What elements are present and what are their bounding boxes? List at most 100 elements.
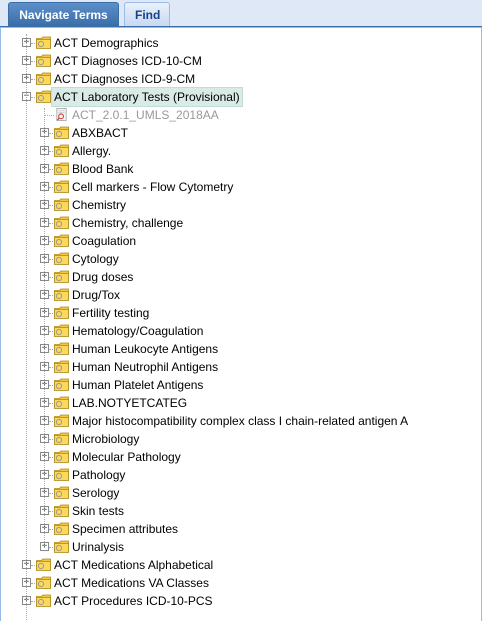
tree-node-label[interactable]: ACT Laboratory Tests (Provisional)	[51, 87, 243, 107]
tree-node-label[interactable]: LAB.NOTYETCATEG	[70, 394, 189, 412]
folder-icon	[54, 522, 69, 535]
folder-icon	[36, 36, 51, 49]
tree-node-expanded[interactable]: − ACT Laboratory Tests (Provisional)	[0, 87, 482, 107]
folder-icon	[54, 486, 69, 499]
tree-node-label[interactable]: Specimen attributes	[70, 520, 180, 538]
tab-find[interactable]: Find	[124, 2, 170, 26]
tree-connector	[49, 457, 53, 458]
tree-node-label[interactable]: Human Platelet Antigens	[70, 376, 205, 394]
tree-child-node[interactable]: + Human Platelet Antigens	[0, 376, 482, 394]
folder-icon	[54, 360, 69, 373]
tree-node-label[interactable]: ACT Demographics	[52, 34, 160, 52]
tree-connector	[31, 601, 35, 602]
tree-node-label[interactable]: ACT Medications Alphabetical	[52, 556, 215, 574]
tree-child-node[interactable]: + Urinalysis	[0, 538, 482, 556]
tree-child-node[interactable]: + ABXBACT	[0, 124, 482, 142]
folder-icon	[54, 378, 69, 391]
tree-node-label[interactable]: Coagulation	[70, 232, 138, 250]
tree-node-label[interactable]: Urinalysis	[70, 538, 126, 556]
tree-node-label[interactable]: Cell markers - Flow Cytometry	[70, 178, 235, 196]
folder-icon	[54, 180, 69, 193]
tree-child-node[interactable]: + Cytology	[0, 250, 482, 268]
tree-node-label[interactable]: Drug/Tox	[70, 286, 122, 304]
tree-node-label[interactable]: Major histocompatibility complex class I…	[70, 412, 410, 430]
tree-node-label[interactable]: Microbiology	[70, 430, 141, 448]
tree-node-label[interactable]: ACT Diagnoses ICD-10-CM	[52, 52, 204, 70]
tree-connector	[49, 295, 53, 296]
tree-node[interactable]: + ACT Demographics	[0, 34, 482, 52]
tree-child-node[interactable]: + Blood Bank	[0, 160, 482, 178]
tree-child-node[interactable]: + Coagulation	[0, 232, 482, 250]
tree-child-node[interactable]: + Cell markers - Flow Cytometry	[0, 178, 482, 196]
folder-icon	[54, 342, 69, 355]
tree-connector	[49, 349, 53, 350]
tree-child-node[interactable]: + Pathology	[0, 466, 482, 484]
tree-child-node[interactable]: + Chemistry	[0, 196, 482, 214]
tree-child-node[interactable]: + Skin tests	[0, 502, 482, 520]
folder-icon	[54, 234, 69, 247]
tree-node[interactable]: + ACT Diagnoses ICD-10-CM	[0, 52, 482, 70]
tree-child-node[interactable]: + Specimen attributes	[0, 520, 482, 538]
tree-child-node[interactable]: + Allergy.	[0, 142, 482, 160]
folder-icon	[54, 504, 69, 517]
tree-node-label[interactable]: Chemistry, challenge	[70, 214, 185, 232]
tree-child-node[interactable]: + Fertility testing	[0, 304, 482, 322]
tree-node-label[interactable]: ACT Diagnoses ICD-9-CM	[52, 70, 197, 88]
tree-child-node[interactable]: + Drug doses	[0, 268, 482, 286]
tree-node-label[interactable]: Human Leukocyte Antigens	[70, 340, 220, 358]
tree-vertical-connector	[26, 34, 27, 620]
folder-icon	[54, 198, 69, 211]
tree-leaf[interactable]: ACT_2.0.1_UMLS_2018AA	[0, 106, 482, 124]
tree-connector	[49, 547, 53, 548]
tree-node-label[interactable]: ACT Procedures ICD-10-PCS	[52, 592, 215, 610]
tree-node-label[interactable]: Blood Bank	[70, 160, 135, 178]
tree-node-label[interactable]: Allergy.	[70, 142, 113, 160]
tree-node-label[interactable]: ACT Medications VA Classes	[52, 574, 211, 592]
tree-child-node[interactable]: + Drug/Tox	[0, 286, 482, 304]
tree-connector	[49, 439, 53, 440]
tree-node-label[interactable]: Hematology/Coagulation	[70, 322, 205, 340]
tree-node-label[interactable]: Cytology	[70, 250, 121, 268]
tree-connector	[49, 169, 53, 170]
tree-connector	[49, 475, 53, 476]
tree-child-node[interactable]: + Hematology/Coagulation	[0, 322, 482, 340]
tree-child-node[interactable]: + Human Neutrophil Antigens	[0, 358, 482, 376]
tree-connector	[49, 493, 53, 494]
tree-node-label[interactable]: Pathology	[70, 466, 127, 484]
tree-child-node[interactable]: + Human Leukocyte Antigens	[0, 340, 482, 358]
tree-connector	[49, 259, 53, 260]
tab-navigate-terms[interactable]: Navigate Terms	[8, 2, 119, 26]
tree-node-label[interactable]: Chemistry	[70, 196, 128, 214]
tree-node-label[interactable]: Molecular Pathology	[70, 448, 183, 466]
folder-icon	[36, 558, 51, 571]
tree-connector	[49, 241, 53, 242]
folder-icon	[54, 450, 69, 463]
tree-child-node[interactable]: + LAB.NOTYETCATEG	[0, 394, 482, 412]
tree-node-label[interactable]: Human Neutrophil Antigens	[70, 358, 220, 376]
tree-connector	[49, 403, 53, 404]
tree-child-node[interactable]: + Serology	[0, 484, 482, 502]
tree-child-node[interactable]: + Molecular Pathology	[0, 448, 482, 466]
tree-node-label[interactable]: Drug doses	[70, 268, 135, 286]
tree-node-label[interactable]: ABXBACT	[70, 124, 130, 142]
tree-node[interactable]: + ACT Medications VA Classes	[0, 574, 482, 592]
tree-child-node[interactable]: + Microbiology	[0, 430, 482, 448]
folder-icon	[54, 414, 69, 427]
folder-icon	[36, 54, 51, 67]
folder-icon	[54, 432, 69, 445]
tree-node[interactable]: + ACT Procedures ICD-10-PCS	[0, 592, 482, 610]
tree-child-node[interactable]: + Chemistry, challenge	[0, 214, 482, 232]
tree-child-node[interactable]: + Major histocompatibility complex class …	[0, 412, 482, 430]
tree-connector	[31, 79, 35, 80]
tree-node-label[interactable]: Serology	[70, 484, 121, 502]
tree-node[interactable]: + ACT Medications Alphabetical	[0, 556, 482, 574]
tree-leaf-label[interactable]: ACT_2.0.1_UMLS_2018AA	[70, 106, 221, 124]
tree-connector	[49, 511, 53, 512]
tree-connector	[31, 583, 35, 584]
tree-node[interactable]: + ACT Diagnoses ICD-9-CM	[0, 70, 482, 88]
tree-node-label[interactable]: Skin tests	[70, 502, 126, 520]
tree-node-label[interactable]: Fertility testing	[70, 304, 151, 322]
folder-icon	[54, 252, 69, 265]
folder-icon	[36, 72, 51, 85]
tree-connector	[44, 115, 54, 116]
